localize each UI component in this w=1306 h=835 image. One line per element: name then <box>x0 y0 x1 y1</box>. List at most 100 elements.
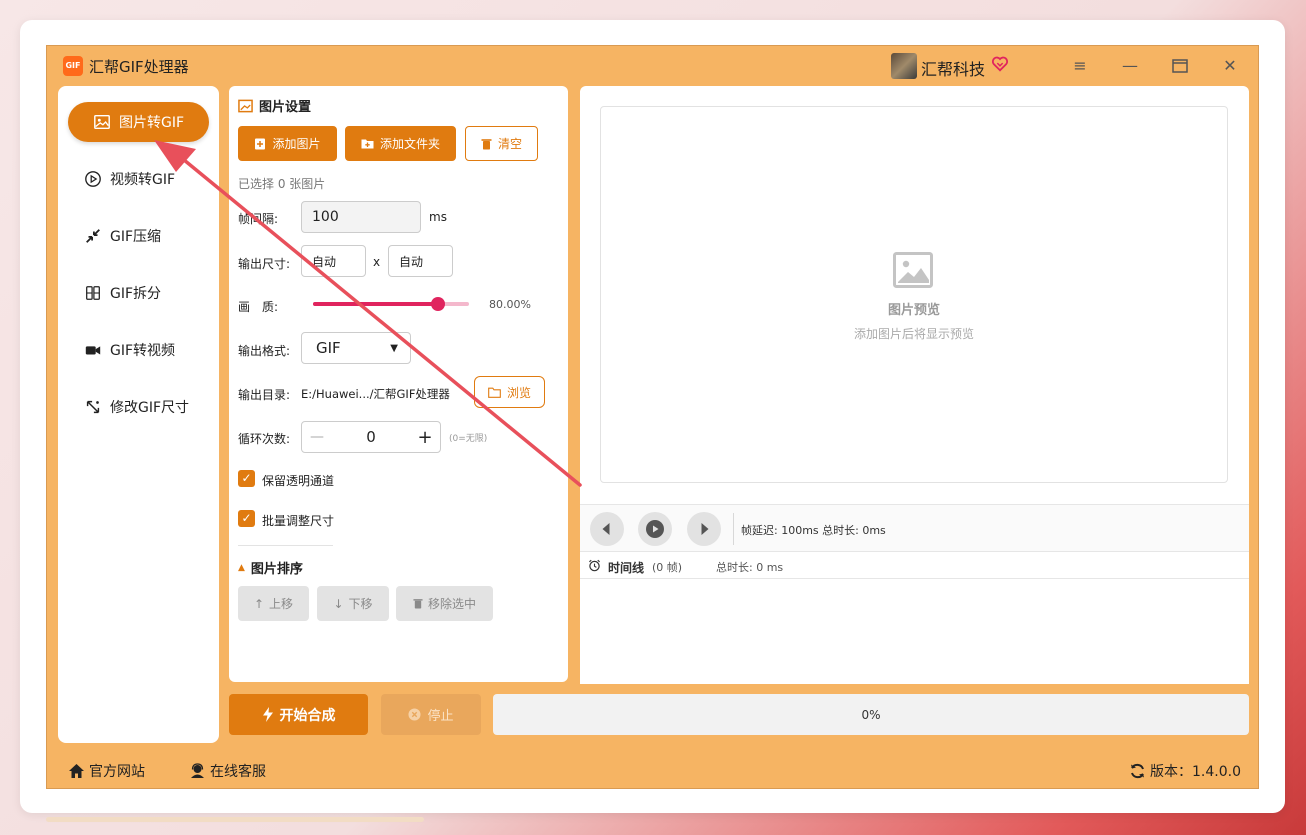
close-button[interactable]: ✕ <box>1218 54 1242 78</box>
button-label: 上移 <box>269 597 294 611</box>
divider <box>238 545 333 546</box>
add-folder-icon <box>361 139 374 149</box>
sidebar-item-image-to-gif[interactable]: 图片转GIF <box>68 102 209 142</box>
caret-up-icon: ▲ <box>238 562 245 573</box>
quality-slider[interactable] <box>313 297 469 311</box>
move-down-button[interactable]: ↓ 下移 <box>317 586 389 621</box>
clear-button[interactable]: 清空 <box>465 126 538 161</box>
title-bar: GIF 汇帮GIF处理器 汇帮科技 ≡ — ✕ <box>47 46 1258 84</box>
remove-selected-button[interactable]: 移除选中 <box>396 586 493 621</box>
settings-panel: 图片设置 添加图片 添加文件夹 清空 已选择 0 张图片 帧间隔: 100 ms… <box>229 86 568 682</box>
image-settings-title: 图片设置 <box>238 96 311 115</box>
button-label: 浏览 <box>506 385 531 400</box>
footer-link-label: 官方网站 <box>89 764 145 780</box>
image-sort-title[interactable]: ▲ 图片排序 <box>238 558 303 577</box>
progress-bar: 0% <box>493 694 1249 735</box>
folder-icon <box>488 387 501 398</box>
play-icon <box>646 520 664 538</box>
trash-icon <box>481 138 492 149</box>
quality-slider-fill <box>313 302 438 306</box>
loop-count-stepper[interactable]: — 0 + <box>301 421 441 453</box>
quality-slider-thumb[interactable] <box>430 297 445 311</box>
sidebar-item-gif-to-video[interactable]: GIF转视频 <box>84 338 175 362</box>
frame-interval-label: 帧间隔: <box>238 212 279 226</box>
sidebar: 图片转GIF 视频转GIF GIF压缩 GIF拆分 GIF转视频 修改GIF尺寸 <box>58 86 219 743</box>
output-dir-label: 输出目录: <box>238 388 291 402</box>
browse-button[interactable]: 浏览 <box>474 376 545 408</box>
width-input[interactable]: 自动 <box>301 245 366 277</box>
minimize-button[interactable]: — <box>1118 54 1142 78</box>
maximize-button[interactable] <box>1168 54 1192 78</box>
footer-link-label: 在线客服 <box>210 764 266 780</box>
sidebar-item-label: 视频转GIF <box>110 172 176 188</box>
stop-button[interactable]: 停止 <box>381 694 481 735</box>
quality-value: 80.00% <box>489 298 531 311</box>
sidebar-item-label: GIF拆分 <box>110 286 162 302</box>
height-input[interactable]: 自动 <box>388 245 453 277</box>
keep-transparent-checkbox[interactable]: ✓ <box>238 470 255 487</box>
sidebar-item-gif-split[interactable]: GIF拆分 <box>84 281 161 305</box>
increment-button[interactable]: + <box>410 427 440 448</box>
sidebar-item-label: 修改GIF尺寸 <box>110 400 190 416</box>
arrow-up-icon: ↑ <box>253 596 265 611</box>
batch-resize-checkbox[interactable]: ✓ <box>238 510 255 527</box>
add-image-button[interactable]: 添加图片 <box>238 126 337 161</box>
player-controls: 帧延迟: 100ms 总时长: 0ms <box>580 504 1249 552</box>
button-label: 移除选中 <box>427 597 476 611</box>
triangle-right-icon <box>701 523 709 535</box>
size-separator: x <box>373 255 381 269</box>
version-label: 版本：1.4.0.0 <box>1150 764 1241 780</box>
video-camera-icon <box>85 346 101 355</box>
button-label: 下移 <box>348 597 373 611</box>
previous-frame-button[interactable] <box>590 512 624 546</box>
app-title: 汇帮GIF处理器 <box>89 58 189 76</box>
sidebar-item-gif-compress[interactable]: GIF压缩 <box>84 224 161 248</box>
decrement-button[interactable]: — <box>302 429 332 445</box>
sidebar-item-gif-resize[interactable]: 修改GIF尺寸 <box>84 395 189 419</box>
format-select-value: GIF <box>316 339 341 357</box>
vip-heart-icon[interactable] <box>991 55 1009 73</box>
menu-icon[interactable]: ≡ <box>1068 54 1092 78</box>
lightning-icon <box>262 707 273 722</box>
sidebar-item-video-to-gif[interactable]: 视频转GIF <box>84 167 175 191</box>
loop-count-label: 循环次数: <box>238 432 291 446</box>
arrow-down-icon: ↓ <box>333 596 344 611</box>
button-label: 开始合成 <box>279 707 336 724</box>
output-format-label: 输出格式: <box>238 344 291 358</box>
loop-count-value[interactable]: 0 <box>366 428 376 446</box>
triangle-left-icon <box>602 523 610 535</box>
compress-icon <box>86 229 100 243</box>
sidebar-item-label: 图片转GIF <box>118 115 185 131</box>
image-icon <box>94 114 110 130</box>
stop-circle-icon <box>408 708 422 721</box>
play-button[interactable] <box>638 512 672 546</box>
preview-subtitle: 添加图片后将显示预览 <box>853 327 974 341</box>
split-icon <box>86 286 100 300</box>
divider <box>733 513 734 545</box>
user-name[interactable]: 汇帮科技 <box>921 56 985 80</box>
timeline-area[interactable] <box>580 580 1249 684</box>
frame-interval-input[interactable]: 100 <box>301 201 421 233</box>
selected-count: 已选择 0 张图片 <box>238 177 326 191</box>
loop-hint: (0=无限) <box>449 434 488 444</box>
version-info[interactable]: 版本：1.4.0.0 <box>1129 761 1241 781</box>
online-support-link[interactable]: 在线客服 <box>189 761 266 781</box>
add-folder-button[interactable]: 添加文件夹 <box>345 126 456 161</box>
move-up-button[interactable]: ↑ 上移 <box>238 586 309 621</box>
next-frame-button[interactable] <box>687 512 721 546</box>
section-title-text: 图片设置 <box>259 100 312 115</box>
timeline-label: 时间线 <box>608 561 645 575</box>
player-info: 帧延迟: 100ms 总时长: 0ms <box>741 524 886 537</box>
resize-icon <box>86 400 100 414</box>
button-label: 添加文件夹 <box>379 137 440 151</box>
home-icon <box>69 764 84 778</box>
add-file-icon <box>255 138 266 149</box>
start-button[interactable]: 开始合成 <box>229 694 368 735</box>
official-website-link[interactable]: 官方网站 <box>68 761 145 781</box>
button-label: 停止 <box>427 709 454 724</box>
section-title-text: 图片排序 <box>250 562 303 577</box>
output-size-label: 输出尺寸: <box>238 257 291 271</box>
format-select[interactable]: GIF ▼ <box>301 332 411 364</box>
sidebar-item-label: GIF压缩 <box>110 229 162 245</box>
user-avatar[interactable] <box>891 53 917 79</box>
